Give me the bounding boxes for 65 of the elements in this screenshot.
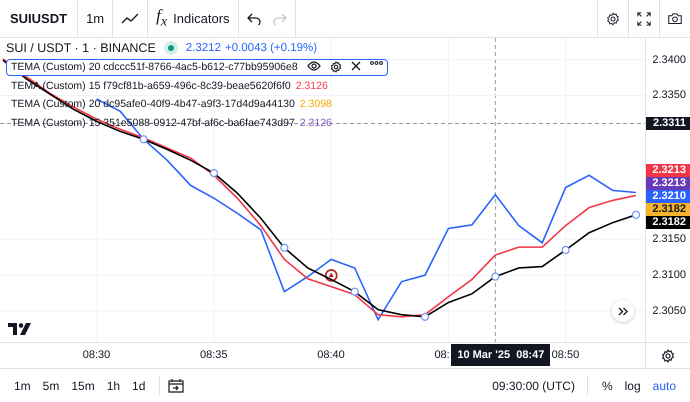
time-label: 08:50 bbox=[552, 349, 580, 361]
clock[interactable]: 09:30:00 (UTC) bbox=[492, 378, 579, 392]
range-button[interactable]: 1m bbox=[8, 378, 37, 392]
range-button[interactable]: 1d bbox=[126, 378, 152, 392]
point-marker[interactable] bbox=[420, 312, 430, 321]
fullscreen-icon[interactable] bbox=[637, 10, 651, 26]
indicator-name: TEMA (Custom) bbox=[11, 116, 86, 128]
price-label: 2.3182 bbox=[646, 202, 690, 216]
close-icon[interactable] bbox=[350, 61, 361, 71]
price-label: 2.3182 bbox=[646, 216, 690, 229]
last-price: 2.3212 bbox=[186, 42, 221, 54]
price-tick: 2.3150 bbox=[652, 233, 686, 246]
indicator-value: 2.3126 bbox=[296, 80, 328, 92]
market-status-icon bbox=[164, 41, 178, 55]
point-marker[interactable] bbox=[562, 246, 570, 254]
undo-icon[interactable] bbox=[246, 12, 261, 24]
scale-mode-button[interactable]: log bbox=[618, 378, 647, 392]
range-button[interactable]: 1h bbox=[100, 378, 126, 392]
settings-icon[interactable] bbox=[606, 10, 620, 28]
more-icon[interactable] bbox=[370, 61, 383, 65]
symbol-name[interactable]: SUIUSDT bbox=[8, 11, 70, 26]
point-marker[interactable] bbox=[210, 169, 218, 178]
scroll-to-realtime-button[interactable] bbox=[612, 300, 634, 322]
indicator-arguments: 20 cdccc51f-8766-4ac5-b612-c77bb95906e8 bbox=[88, 61, 298, 73]
calendar-icon[interactable] bbox=[168, 378, 184, 393]
interval-button[interactable]: 1m bbox=[86, 11, 104, 26]
point-marker[interactable] bbox=[140, 135, 148, 144]
alert-icon[interactable] bbox=[324, 269, 338, 282]
indicator-value: 2.3098 bbox=[300, 98, 332, 110]
symbol-title: SUI / USDT · 1 · BINANCE bbox=[6, 41, 156, 55]
indicators-button[interactable]: Indicators bbox=[173, 11, 230, 26]
indicator-legend-row[interactable]: TEMA (Custom) 20 cdccc51f-8766-4ac5-b612-c77bb95906e8 bbox=[6, 58, 388, 76]
price-label: 2.3213 bbox=[646, 176, 690, 190]
time-label: 08:30 bbox=[82, 349, 110, 361]
time-label: 08:40 bbox=[317, 349, 345, 361]
price-change: +0.0043 (+0.19%) bbox=[224, 42, 318, 54]
time-label: 08:35 bbox=[200, 349, 228, 361]
price-tick: 2.3050 bbox=[652, 305, 686, 318]
price-tick: 2.3350 bbox=[652, 89, 686, 102]
price-label: 2.3210 bbox=[646, 190, 690, 203]
price-tick: 2.3100 bbox=[652, 269, 686, 282]
price-tick: 2.3400 bbox=[652, 54, 686, 66]
camera-icon[interactable] bbox=[668, 11, 682, 26]
point-marker[interactable] bbox=[280, 244, 288, 252]
scale-mode-button[interactable]: auto bbox=[646, 378, 682, 392]
range-button[interactable]: 5m bbox=[36, 378, 66, 392]
function-icon[interactable]: f$_{x}$ bbox=[156, 6, 168, 31]
settings-icon[interactable] bbox=[330, 61, 342, 73]
indicator-value: 2.3126 bbox=[300, 116, 332, 128]
time-label: 08: bbox=[434, 349, 450, 361]
crosshair-time-label: 10 Mar '25 08:47 bbox=[451, 344, 550, 366]
scale-mode-button[interactable]: % bbox=[596, 378, 619, 392]
point-marker[interactable] bbox=[491, 272, 500, 281]
eye-icon[interactable] bbox=[306, 61, 321, 71]
point-marker[interactable] bbox=[350, 288, 359, 296]
indicator-name: TEMA (Custom) bbox=[11, 61, 86, 73]
indicator-arguments: 15 f79cf81b-a659-496c-8c39-beae5620f6f0 bbox=[88, 80, 291, 92]
price-label: 2.3213 bbox=[646, 164, 690, 177]
settings-icon[interactable] bbox=[661, 348, 675, 362]
crosshair-price-label: 2.3311 bbox=[646, 117, 690, 130]
range-button[interactable]: 15m bbox=[65, 378, 101, 392]
line-chart-icon[interactable] bbox=[121, 12, 140, 24]
chevrons-icon bbox=[618, 306, 628, 316]
logo-icon[interactable] bbox=[8, 322, 32, 336]
point-marker[interactable] bbox=[632, 210, 640, 219]
